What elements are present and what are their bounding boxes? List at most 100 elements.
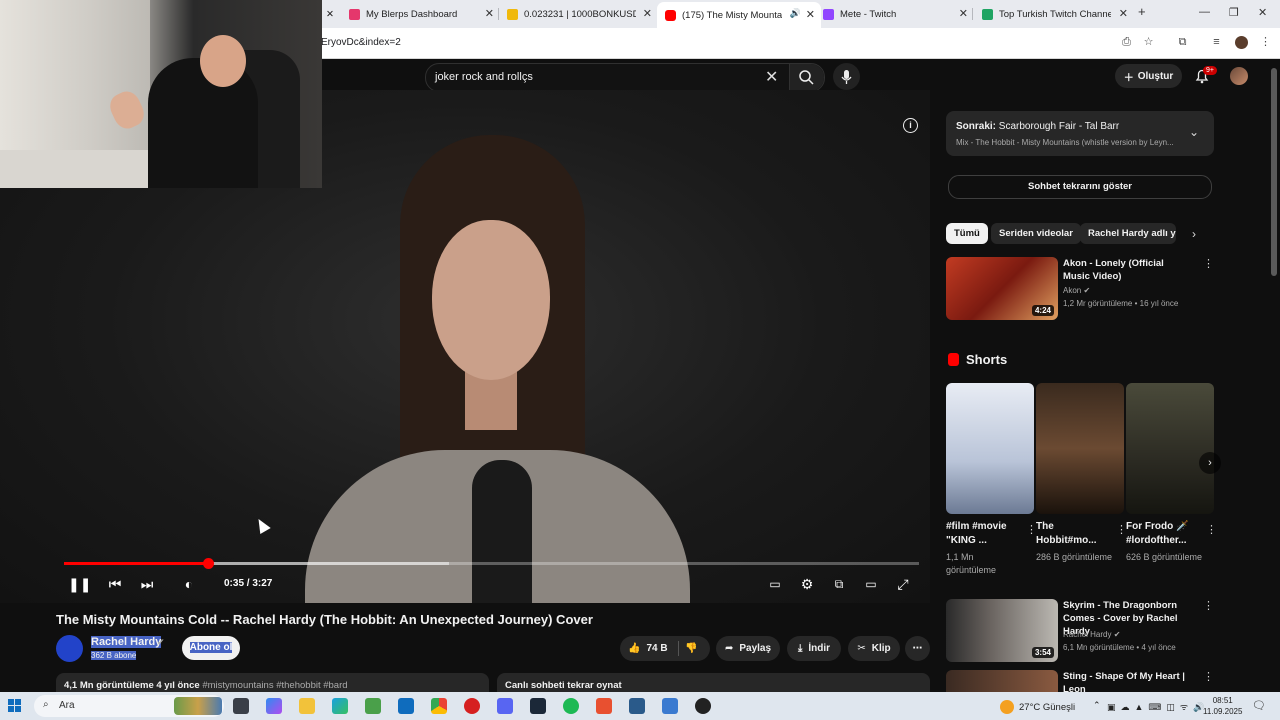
search-input[interactable]: joker rock and rollçs (435, 71, 533, 83)
like-icon[interactable]: 👍 (628, 643, 640, 654)
video-thumbnail[interactable]: 3:54 (946, 599, 1058, 662)
short-item[interactable]: The Hobbit#mo... 286 B görüntüleme ⋮ (1036, 383, 1127, 562)
shorts-next-arrow-icon[interactable]: › (1199, 452, 1221, 474)
account-avatar[interactable] (1230, 67, 1248, 85)
app-icon[interactable] (662, 698, 678, 714)
edge-icon[interactable] (332, 698, 348, 714)
weather-widget[interactable]: 27°C Güneşli (1000, 700, 1075, 714)
tab-close-icon[interactable]: ✕ (485, 7, 494, 20)
clip-button[interactable]: ✂ Klip (848, 636, 900, 661)
pause-icon[interactable]: ❚❚ (68, 575, 91, 593)
recommendation-title[interactable]: Sting - Shape Of My Heart | Leon (1063, 670, 1193, 692)
create-button[interactable]: ＋ Oluştur (1115, 64, 1182, 88)
tab-blerps[interactable]: My Blerps Dashboard ✕ (349, 4, 494, 24)
subscribe-button[interactable]: Abone ol (182, 636, 240, 660)
miniplayer-icon[interactable]: ⧉ (830, 575, 848, 593)
chip-all[interactable]: Tümü (946, 223, 988, 244)
tab-close-icon[interactable]: ✕ (643, 7, 652, 20)
search-button[interactable] (789, 64, 824, 91)
chevron-right-icon[interactable]: › (1192, 227, 1196, 241)
menu-kebab-icon[interactable]: ⋮ (1259, 36, 1272, 49)
taskbar-clock[interactable]: 08:51 11.09.2025 (1203, 695, 1242, 717)
tab-turkish-twitch[interactable]: Top Turkish Twitch Channels by ✕ (982, 4, 1128, 24)
extensions-icon[interactable]: ⧉ (1176, 36, 1189, 49)
next-icon[interactable]: ⏭ (138, 575, 156, 593)
task-view-icon[interactable] (233, 698, 249, 714)
url-field[interactable]: EryovDc&index=2 (321, 37, 401, 48)
short-thumbnail[interactable] (1036, 383, 1124, 514)
short-title[interactable]: #film #movie "KING ... (946, 520, 1022, 548)
tray-icons[interactable]: ▣☁▲⌨◫ᯤ🔊 (1107, 700, 1209, 713)
spotify-icon[interactable] (563, 698, 579, 714)
more-options-icon[interactable]: ⋮ (1203, 670, 1214, 683)
steam-icon[interactable] (530, 698, 546, 714)
short-thumbnail[interactable] (946, 383, 1034, 514)
new-tab-button[interactable]: + (1138, 4, 1146, 19)
more-options-icon[interactable]: ⋮ (1203, 257, 1214, 270)
voice-search-button[interactable] (833, 63, 860, 90)
tab-bonk[interactable]: 0.023231 | 1000BONKUSDT US ✕ (507, 4, 652, 24)
short-title[interactable]: For Frodo 🗡️ #lordofther... (1126, 520, 1202, 548)
recommendation-item[interactable]: 4:24 Akon - Lonely (Official Music Video… (946, 257, 1214, 323)
theater-mode-icon[interactable]: ▭ (862, 575, 880, 593)
opera-icon[interactable] (464, 698, 480, 714)
recommendation-item[interactable]: 3:54 Skyrim - The Dragonborn Comes - Cov… (946, 599, 1214, 665)
window-close-button[interactable]: ✕ (1258, 6, 1267, 19)
more-options-icon[interactable]: ⋮ (1203, 599, 1214, 612)
media-control-icon[interactable]: ≡ (1210, 36, 1223, 49)
like-count[interactable]: 74 B (646, 643, 667, 654)
windows-start-icon[interactable] (8, 699, 22, 713)
app-icon[interactable] (629, 698, 645, 714)
short-thumbnail[interactable] (1126, 383, 1214, 514)
tab-close-icon[interactable]: ✕ (806, 8, 815, 21)
chevron-down-icon[interactable]: ⌄ (1189, 125, 1199, 139)
tab-close-icon[interactable]: ✕ (326, 4, 334, 24)
tab-close-icon[interactable]: ✕ (1119, 7, 1128, 20)
clear-search-icon[interactable]: ✕ (765, 67, 778, 87)
recommendation-item[interactable]: Sting - Shape Of My Heart | Leon ⋮ (946, 670, 1214, 692)
bookmark-star-icon[interactable]: ☆ (1142, 36, 1155, 49)
dislike-icon[interactable]: 👎 (685, 643, 697, 654)
more-options-icon[interactable]: ⋮ (1206, 523, 1217, 536)
short-item[interactable]: For Frodo 🗡️ #lordofther... 626 B görünt… (1126, 383, 1217, 562)
copilot-icon[interactable] (266, 698, 282, 714)
tab-misty-mountains[interactable]: (175) The Misty Mountains 🔊 ✕ (657, 2, 821, 28)
outlook-icon[interactable] (398, 698, 414, 714)
more-actions-button[interactable]: ⋯ (905, 636, 930, 661)
app-icon[interactable] (596, 698, 612, 714)
info-icon[interactable]: i (903, 118, 918, 133)
chip-channel-uploads[interactable]: Rachel Hardy adlı yük (1080, 223, 1176, 244)
tab-twitch[interactable]: Mete - Twitch ✕ (823, 4, 968, 24)
up-next-card[interactable]: Sonraki: Scarborough Fair - Tal Barr Mix… (946, 111, 1214, 156)
previous-icon[interactable]: ⏮ (106, 575, 124, 593)
subtitles-icon[interactable]: ▭ (766, 575, 784, 593)
recommendation-channel[interactable]: Akon ✔ (1063, 286, 1090, 295)
tab-close-icon[interactable]: ✕ (959, 7, 968, 20)
chrome-icon[interactable] (431, 698, 447, 714)
discord-icon[interactable] (497, 698, 513, 714)
volume-icon[interactable]: ◐ (180, 575, 198, 593)
video-thumbnail[interactable]: 4:24 (946, 257, 1058, 320)
short-title[interactable]: The Hobbit#mo... (1036, 520, 1112, 548)
tray-chevron-icon[interactable]: ⌃ (1093, 700, 1101, 711)
progress-bar[interactable] (64, 558, 919, 569)
short-item[interactable]: #film #movie "KING ... 1,1 Mn görüntülem… (946, 383, 1037, 575)
scrollbar[interactable] (1271, 68, 1277, 276)
speaker-icon[interactable]: 🔊 (790, 8, 801, 19)
obs-icon[interactable] (695, 698, 711, 714)
recommendation-title[interactable]: Akon - Lonely (Official Music Video) (1063, 257, 1193, 283)
channel-avatar[interactable] (56, 635, 83, 662)
channel-name[interactable]: Rachel Hardy (91, 636, 162, 648)
settings-gear-icon[interactable]: ⚙ (798, 575, 816, 593)
recommendation-channel[interactable]: Rachel Hardy ✔ (1063, 630, 1120, 639)
notification-center-icon[interactable]: 🗨 (1252, 699, 1266, 712)
chip-series[interactable]: Seriden videolar (991, 223, 1081, 244)
share-button[interactable]: ➦ Paylaş (716, 636, 780, 661)
fullscreen-icon[interactable]: ⤢ (894, 575, 912, 593)
install-app-icon[interactable]: ⎙ (1120, 36, 1133, 49)
store-icon[interactable] (365, 698, 381, 714)
minimize-button[interactable]: — (1199, 6, 1210, 18)
video-thumbnail[interactable] (946, 670, 1058, 692)
taskbar-search[interactable]: ⌕ Ara (34, 695, 224, 717)
download-button[interactable]: ⤓ İndir (787, 636, 841, 661)
